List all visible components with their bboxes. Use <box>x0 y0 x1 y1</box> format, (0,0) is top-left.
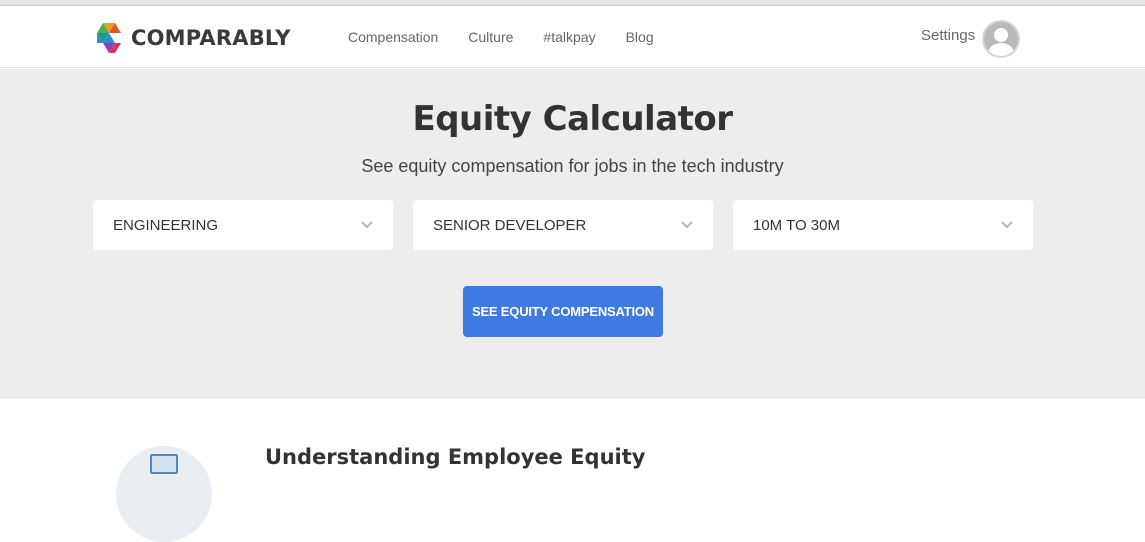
site-header: COMPARABLY Compensation Culture #talkpay… <box>0 6 1145 68</box>
see-equity-compensation-button[interactable]: SEE EQUITY COMPENSATION <box>463 286 663 337</box>
funding-select[interactable]: 10M TO 30M <box>733 200 1033 250</box>
document-icon <box>150 454 178 474</box>
logo-text: COMPARABLY <box>131 26 291 50</box>
comparably-logo-icon <box>97 23 121 53</box>
page-subtitle: See equity compensation for jobs in the … <box>361 156 784 176</box>
avatar-icon[interactable] <box>982 20 1020 58</box>
funding-select-value: 10M TO 30M <box>753 216 840 234</box>
department-select-value: ENGINEERING <box>113 216 219 234</box>
nav-talkpay[interactable]: #talkpay <box>543 28 595 46</box>
main-nav: Compensation Culture #talkpay Blog <box>348 28 684 46</box>
section-heading: Understanding Employee Equity <box>265 445 646 469</box>
equity-calculator-hero: Equity Calculator See equity compensatio… <box>0 69 1145 399</box>
nav-compensation[interactable]: Compensation <box>348 28 438 46</box>
equity-illustration <box>116 446 212 542</box>
logo[interactable]: COMPARABLY <box>93 23 291 53</box>
nav-culture[interactable]: Culture <box>468 28 513 46</box>
role-select[interactable]: SENIOR DEVELOPER <box>413 200 713 250</box>
department-select[interactable]: ENGINEERING <box>93 200 393 250</box>
page-title: Equity Calculator <box>412 99 733 139</box>
chevron-down-icon <box>681 221 693 229</box>
chevron-down-icon <box>1001 221 1013 229</box>
nav-blog[interactable]: Blog <box>626 28 654 46</box>
avatar-silhouette-icon <box>987 28 1015 56</box>
role-select-value: SENIOR DEVELOPER <box>433 216 587 234</box>
settings-link[interactable]: Settings <box>921 27 975 44</box>
chevron-down-icon <box>361 221 373 229</box>
